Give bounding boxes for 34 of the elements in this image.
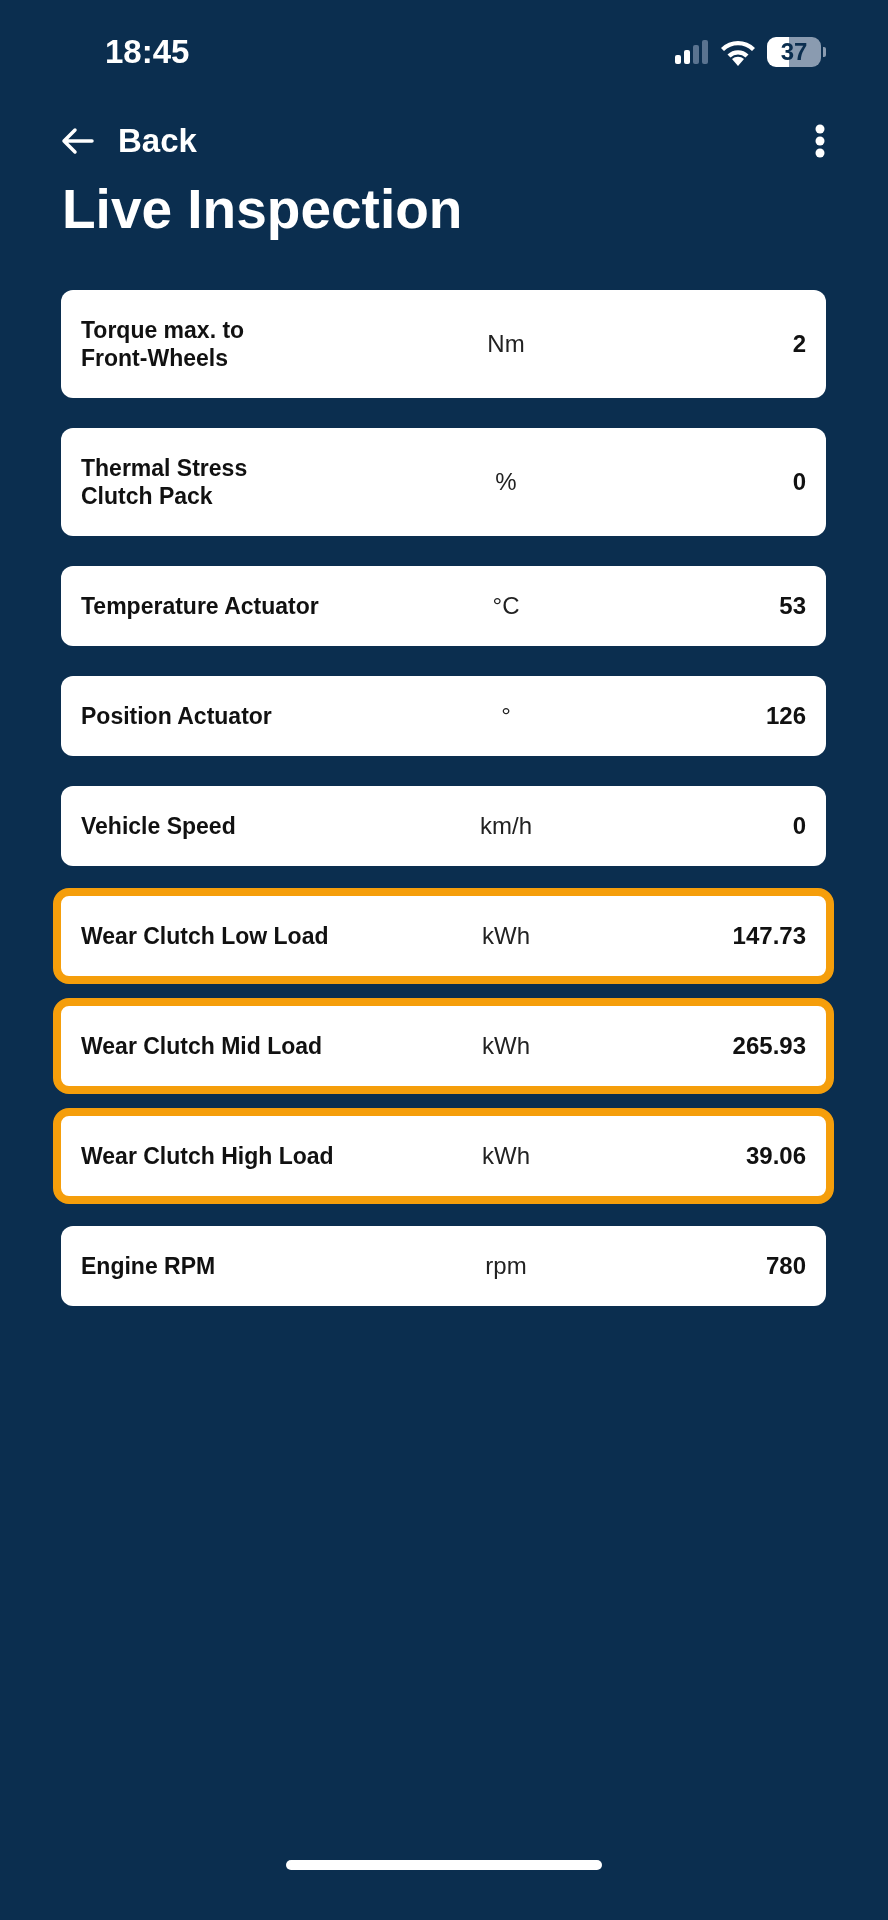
reading-unit: °C (492, 592, 520, 620)
back-button[interactable]: Back (60, 122, 197, 160)
reading-unit: kWh (482, 1142, 530, 1170)
reading-label: Vehicle Speed (81, 812, 236, 841)
reading-unit: rpm (485, 1252, 527, 1280)
reading-value: 147.73 (732, 922, 806, 950)
reading-unit: Nm (487, 330, 525, 358)
wifi-icon (719, 38, 757, 66)
reading-label: Torque max. to Front-Wheels (81, 316, 245, 373)
status-time: 18:45 (105, 33, 190, 71)
reading-value: 780 (765, 1252, 806, 1280)
more-menu-icon[interactable] (814, 124, 826, 158)
reading-unit: kWh (482, 1032, 530, 1060)
back-arrow-icon (60, 127, 94, 155)
reading-label: Wear Clutch High Load (81, 1142, 334, 1171)
reading-value: 126 (765, 702, 806, 730)
reading-value: 2 (792, 330, 806, 358)
reading-unit: kWh (482, 922, 530, 950)
signal-icon (675, 40, 709, 64)
reading-label: Position Actuator (81, 702, 272, 731)
reading-unit: km/h (480, 812, 532, 840)
reading-label: Wear Clutch Low Load (81, 922, 329, 951)
reading-value: 265.93 (732, 1032, 806, 1060)
page-title: Live Inspection (62, 178, 464, 242)
reading-label: Wear Clutch Mid Load (81, 1032, 323, 1061)
reading-unit: ° (501, 702, 511, 730)
reading-value: 0 (792, 468, 806, 496)
reading-label: Thermal Stress Clutch Pack (81, 454, 248, 511)
reading-value: 0 (792, 812, 806, 840)
reading-value: 53 (779, 592, 806, 620)
reading-value: 39.06 (745, 1142, 806, 1170)
reading-label: Engine RPM (81, 1252, 216, 1281)
reading-label: Temperature Actuator (81, 592, 319, 621)
reading-unit: % (495, 468, 517, 496)
